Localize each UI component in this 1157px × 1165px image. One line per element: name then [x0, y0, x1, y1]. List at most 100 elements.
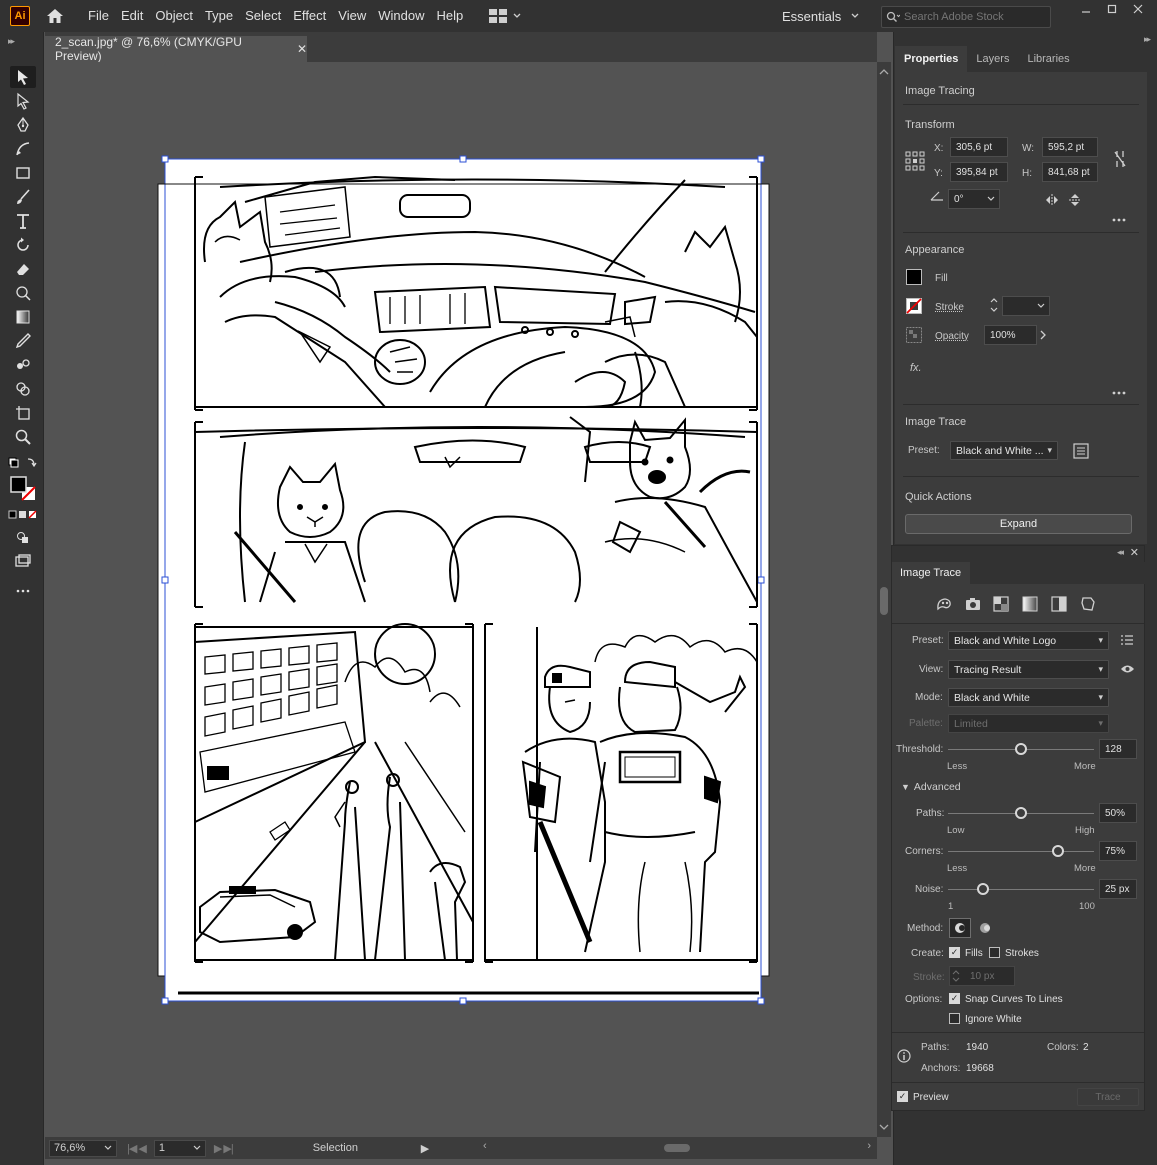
image-trace-panel-header[interactable]: ◂◂ ✕	[892, 546, 1144, 562]
artboard-tool-icon[interactable]	[10, 402, 36, 424]
menu-select[interactable]: Select	[239, 0, 287, 32]
screen-mode-icon[interactable]	[10, 550, 36, 572]
fill-stroke-swatches[interactable]	[8, 475, 38, 503]
image-trace-preset-dropdown[interactable]: Black and White ... ▾	[950, 441, 1058, 460]
menu-object[interactable]: Object	[149, 0, 199, 32]
effects-icon[interactable]: fx.	[910, 362, 922, 374]
artboard-number-field[interactable]: 1	[153, 1139, 206, 1157]
scroll-down-icon[interactable]	[877, 1121, 891, 1133]
tab-properties[interactable]: Properties	[895, 46, 968, 72]
width-field[interactable]: 595,2 pt	[1042, 137, 1098, 157]
chevron-right-icon[interactable]	[1038, 329, 1048, 341]
rectangle-tool-icon[interactable]	[10, 162, 36, 184]
blend-tool-icon[interactable]	[10, 354, 36, 376]
fill-swatch[interactable]	[906, 269, 922, 285]
artboard-canvas[interactable]	[45, 62, 877, 1137]
artboard-nav-prev[interactable]: |◀ ◀	[127, 1142, 147, 1155]
arrange-documents-button[interactable]	[489, 9, 521, 23]
flip-vertical-icon[interactable]	[1069, 193, 1081, 207]
collapse-panel-icon[interactable]: ▸▸	[8, 36, 15, 47]
menu-effect[interactable]: Effect	[287, 0, 332, 32]
eye-icon[interactable]	[1120, 664, 1135, 674]
menu-file[interactable]: File	[82, 0, 115, 32]
rotate-angle-field[interactable]: 0°	[948, 189, 1000, 209]
noise-field[interactable]: 25 px	[1099, 879, 1137, 899]
paths-slider-knob[interactable]	[1015, 807, 1027, 819]
stroke-swatch[interactable]	[906, 298, 922, 314]
stock-search-input[interactable]	[904, 11, 1044, 23]
zoom-tool-icon[interactable]	[10, 426, 36, 448]
document-tab[interactable]: 2_scan.jpg* @ 76,6% (CMYK/GPU Preview) ✕	[45, 35, 307, 63]
close-icon[interactable]: ✕	[1130, 546, 1139, 559]
flip-horizontal-icon[interactable]	[1045, 194, 1059, 206]
snap-curves-checkbox[interactable]: ✓	[949, 993, 960, 1004]
fills-checkbox[interactable]: ✓	[949, 947, 960, 958]
comic-page-artwork[interactable]	[45, 62, 877, 1137]
trace-preset-dropdown[interactable]: Black and White Logo ▾	[948, 631, 1109, 650]
noise-slider-track[interactable]	[948, 889, 1094, 890]
menu-type[interactable]: Type	[199, 0, 239, 32]
corners-slider-track[interactable]	[948, 851, 1094, 852]
horizontal-scrollbar[interactable]: ‹ ›	[479, 1137, 877, 1159]
eyedropper-tool-icon[interactable]	[10, 330, 36, 352]
menu-view[interactable]: View	[332, 0, 372, 32]
stroke-weight-stepper[interactable]	[989, 296, 999, 314]
gradient-tool-icon[interactable]	[10, 306, 36, 328]
low-color-icon[interactable]	[993, 596, 1009, 612]
drawing-mode-icon[interactable]	[10, 526, 36, 548]
more-options-icon[interactable]	[1112, 218, 1126, 222]
threshold-slider-knob[interactable]	[1015, 743, 1027, 755]
close-icon[interactable]	[1127, 0, 1149, 18]
scroll-up-icon[interactable]	[877, 66, 891, 78]
stroke-weight-field[interactable]	[1002, 296, 1050, 316]
swap-fill-stroke-icon[interactable]	[6, 452, 40, 474]
strokes-checkbox[interactable]	[989, 947, 1000, 958]
eraser-tool-icon[interactable]	[10, 258, 36, 280]
color-mode-icons[interactable]	[8, 508, 38, 522]
type-tool-icon[interactable]	[10, 210, 36, 232]
opacity-field[interactable]: 100%	[984, 325, 1037, 345]
home-icon[interactable]	[44, 5, 66, 27]
threshold-field[interactable]: 128	[1099, 739, 1137, 759]
vertical-scrollbar[interactable]	[877, 62, 891, 1137]
curvature-tool-icon[interactable]	[10, 138, 36, 160]
preset-menu-icon[interactable]	[1120, 634, 1134, 646]
artboard-nav-next[interactable]: ▶ ▶|	[214, 1142, 234, 1155]
shape-builder-tool-icon[interactable]	[10, 378, 36, 400]
opacity-label[interactable]: Opacity	[935, 331, 969, 342]
stock-search-box[interactable]	[881, 6, 1051, 28]
zoom-level-field[interactable]: 76,6%	[49, 1139, 117, 1157]
black-and-white-icon[interactable]	[1051, 596, 1067, 612]
corners-slider-knob[interactable]	[1051, 845, 1064, 857]
close-tab-icon[interactable]: ✕	[297, 42, 307, 56]
ignore-white-checkbox[interactable]	[949, 1013, 960, 1024]
status-menu-icon[interactable]: ▶	[421, 1142, 429, 1155]
grayscale-icon[interactable]	[1022, 596, 1038, 612]
paintbrush-tool-icon[interactable]	[10, 186, 36, 208]
expand-button[interactable]: Expand	[905, 514, 1132, 534]
minimize-icon[interactable]	[1075, 0, 1097, 18]
preview-checkbox[interactable]: ✓	[897, 1091, 908, 1102]
abutting-method-button[interactable]	[949, 918, 971, 938]
free-transform-tool-icon[interactable]	[10, 282, 36, 304]
reference-point-icon[interactable]	[905, 151, 925, 171]
rotate-tool-icon[interactable]	[10, 234, 36, 256]
trace-button[interactable]: Trace	[1077, 1088, 1139, 1106]
more-tools-icon[interactable]	[10, 580, 36, 602]
collapse-dock-icon[interactable]: ▸▸	[1144, 34, 1151, 45]
constrain-proportions-icon[interactable]	[1113, 150, 1127, 168]
x-position-field[interactable]: 305,6 pt	[950, 137, 1008, 157]
collapse-panel-icon[interactable]: ◂◂	[1117, 547, 1124, 558]
pen-tool-icon[interactable]	[10, 114, 36, 136]
stroke-label[interactable]: Stroke	[935, 302, 964, 313]
high-color-icon[interactable]	[964, 596, 982, 612]
trace-mode-dropdown[interactable]: Black and White ▾	[948, 688, 1109, 707]
tab-libraries[interactable]: Libraries	[1018, 46, 1078, 72]
height-field[interactable]: 841,68 pt	[1042, 162, 1098, 182]
advanced-toggle[interactable]: ▼ Advanced	[901, 781, 961, 793]
workspace-switcher[interactable]: Essentials	[782, 0, 859, 32]
auto-color-icon[interactable]	[935, 596, 953, 612]
scroll-right-icon[interactable]: ›	[867, 1140, 871, 1152]
outline-icon[interactable]	[1080, 596, 1096, 612]
direct-selection-tool-icon[interactable]	[10, 90, 36, 112]
